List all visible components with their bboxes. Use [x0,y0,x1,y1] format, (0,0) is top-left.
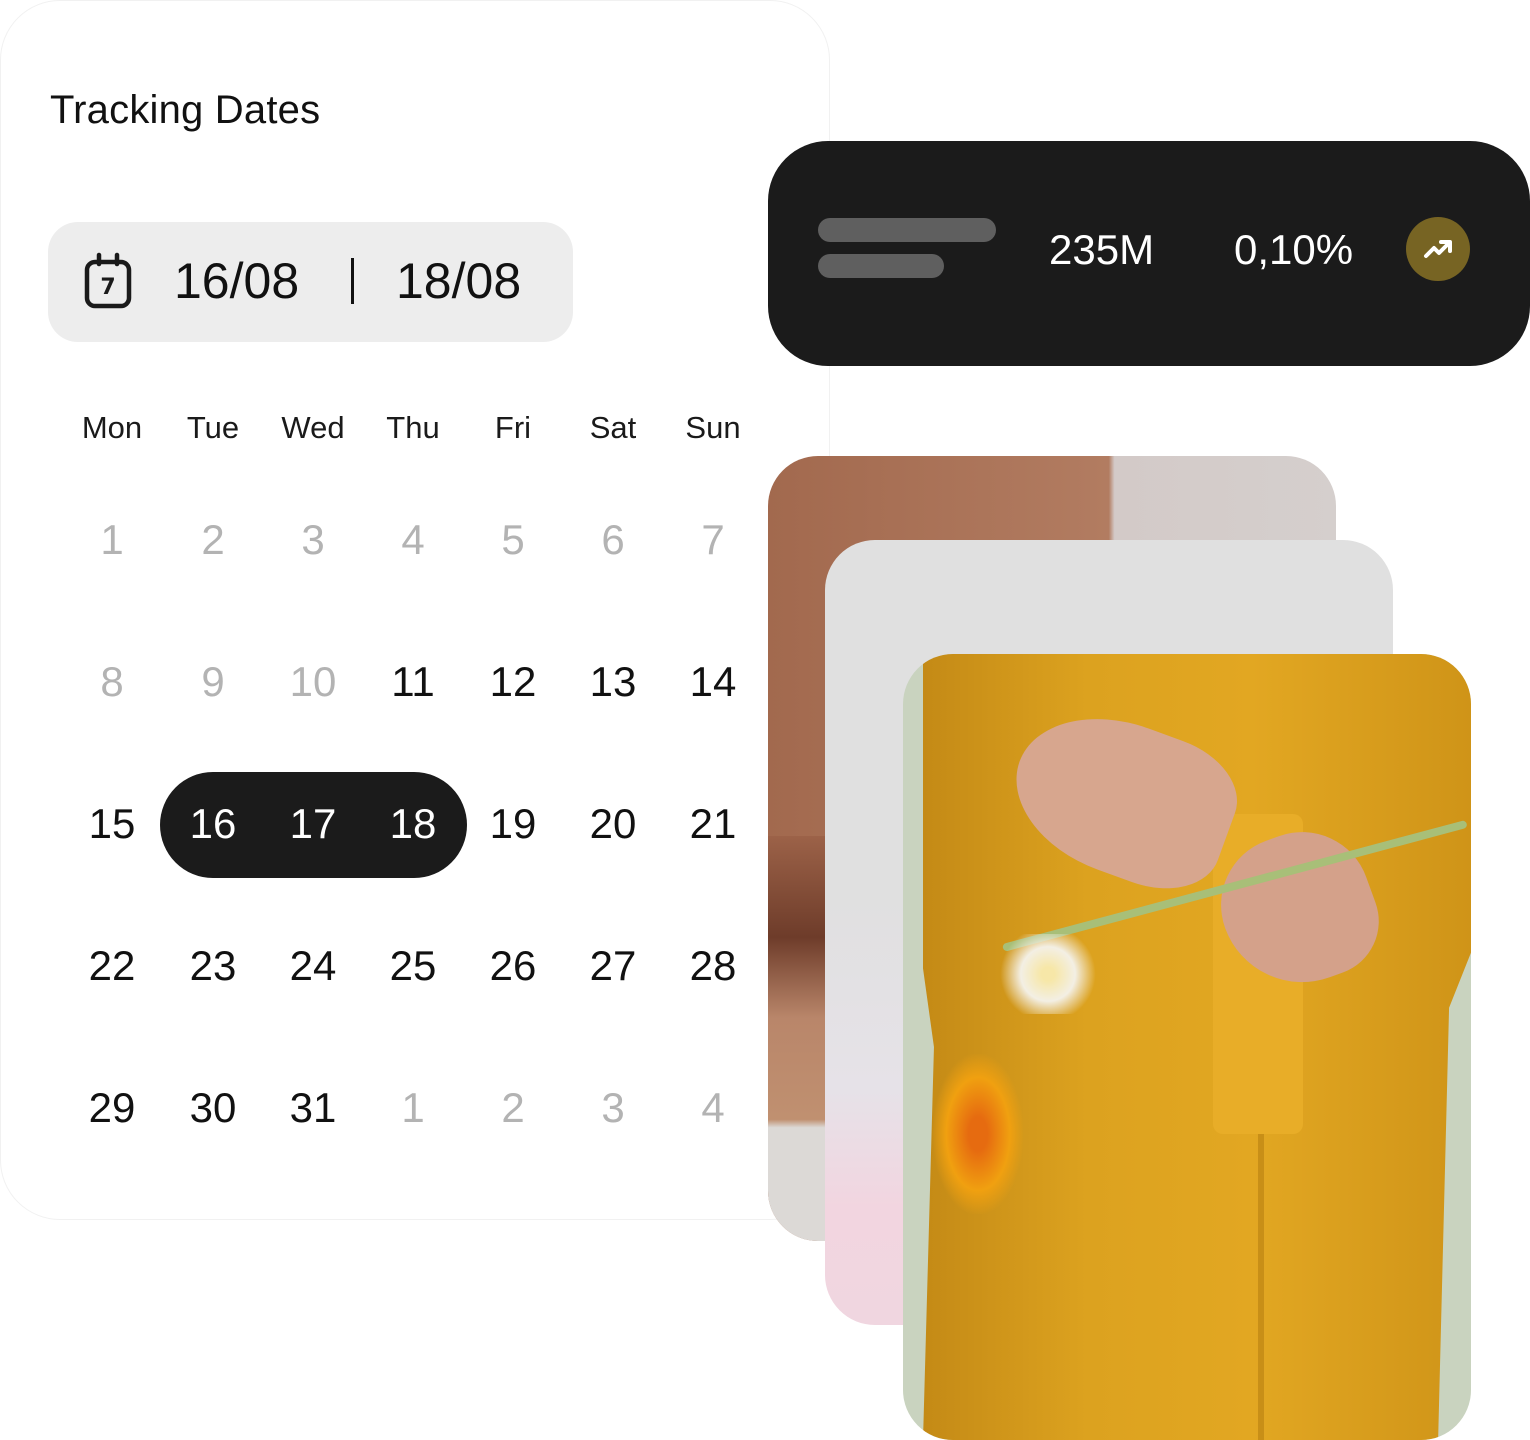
calendar-day-outside-month[interactable]: 1 [401,1084,424,1132]
calendar-day[interactable]: 28 [690,942,737,990]
calendar-icon-day: 7 [100,275,115,300]
calendar-day[interactable]: 22 [89,942,136,990]
orange-flower [933,1054,1023,1214]
calendar-day[interactable]: 23 [190,942,237,990]
calendar-day-outside-month[interactable]: 5 [501,516,524,564]
calendar-day[interactable]: 12 [490,658,537,706]
calendar-day-outside-month[interactable]: 3 [601,1084,624,1132]
calendar-day-outside-month[interactable]: 1 [100,516,123,564]
calendar-day-outside-month[interactable]: 4 [401,516,424,564]
calendar-day-outside-month[interactable]: 8 [100,658,123,706]
calendar-day-outside-month[interactable]: 2 [201,516,224,564]
coat-seam [1258,1134,1264,1440]
skeleton-line-short [818,254,944,278]
calendar-day[interactable]: 30 [190,1084,237,1132]
weekday-sat: Sat [589,410,637,445]
stat-value: 235M [1049,226,1155,273]
tracking-dates-card [0,0,830,1220]
weekday-tue: Tue [186,410,240,445]
range-divider [351,258,354,304]
calendar-day-outside-month[interactable]: 2 [501,1084,524,1132]
weekday-wed: Wed [281,410,345,445]
weekday-thu: Thu [386,410,440,445]
weekday-sun: Sun [685,410,741,445]
calendar-day[interactable]: 31 [290,1084,337,1132]
calendar-day[interactable]: 25 [390,942,437,990]
calendar-day[interactable]: 27 [590,942,637,990]
skeleton-line-long [818,218,996,242]
calendar-day[interactable]: 19 [490,800,537,848]
calendar-day-outside-month[interactable]: 7 [701,516,724,564]
calendar-day[interactable]: 21 [690,800,737,848]
calendar-day-outside-month[interactable]: 9 [201,658,224,706]
card-title: Tracking Dates [50,88,321,132]
range-start-date[interactable]: 16/08 [174,252,299,310]
calendar-day-selected[interactable]: 16 [190,800,237,848]
weekday-mon: Mon [81,410,143,445]
calendar-day[interactable]: 24 [290,942,337,990]
calendar-day[interactable]: 13 [590,658,637,706]
trending-up-icon [1424,240,1452,258]
white-flower [993,934,1103,1014]
calendar-day[interactable]: 14 [690,658,737,706]
calendar-day-selected[interactable]: 18 [390,800,437,848]
calendar-day-outside-month[interactable]: 10 [290,658,337,706]
calendar-day-outside-month[interactable]: 3 [301,516,324,564]
photo-front[interactable] [903,654,1471,1440]
calendar-day[interactable]: 29 [89,1084,136,1132]
calendar-icon: 7 [84,252,132,309]
calendar-day[interactable]: 15 [89,800,136,848]
calendar-day-outside-month[interactable]: 6 [601,516,624,564]
calendar-day[interactable]: 26 [490,942,537,990]
calendar-day-outside-month[interactable]: 4 [701,1084,724,1132]
calendar-day-selected[interactable]: 17 [290,800,337,848]
trend-button[interactable] [1406,217,1470,281]
range-end-date[interactable]: 18/08 [396,252,521,310]
stat-change: 0,10% [1234,226,1354,273]
calendar-day[interactable]: 11 [391,658,435,706]
weekday-fri: Fri [494,410,532,445]
calendar-day[interactable]: 20 [590,800,637,848]
